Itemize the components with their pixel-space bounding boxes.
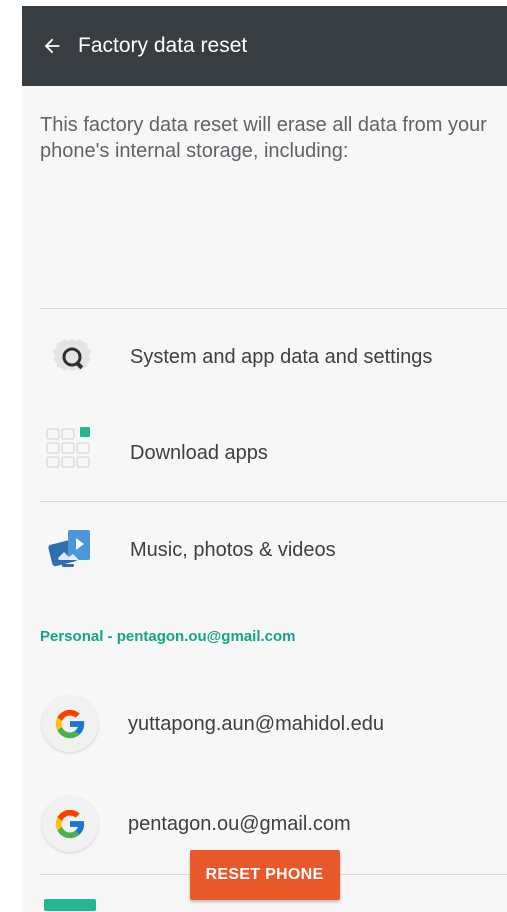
account-email: yuttapong.aun@mahidol.edu: [128, 712, 385, 735]
reset-phone-button[interactable]: RESET PHONE: [189, 850, 340, 900]
section-header: Personal - pentagon.ou@gmail.com: [40, 627, 296, 645]
list-item-label: Download apps: [130, 441, 268, 464]
google-g-icon: [42, 696, 98, 752]
list-item-media: Music, photos & videos: [22, 502, 507, 598]
list-item-system-data: System and app data and settings: [22, 309, 507, 405]
page-title: Factory data reset: [78, 34, 248, 57]
account-row: yuttapong.aun@mahidol.edu: [22, 674, 507, 774]
app-bar: Factory data reset: [22, 6, 507, 86]
list-item-label: System and app data and settings: [130, 345, 433, 368]
list-item-download-apps: Download apps: [22, 405, 507, 501]
media-icon: [44, 522, 100, 578]
settings-gear-icon: [44, 329, 100, 385]
list-item-label: Music, photos & videos: [130, 538, 336, 561]
bottom-action-area: RESET PHONE: [22, 850, 507, 900]
google-g-icon: [42, 796, 98, 852]
screen: Factory data reset This factory data res…: [22, 6, 507, 912]
intro-text: This factory data reset will erase all d…: [40, 114, 487, 162]
app-grid-icon: [44, 425, 100, 481]
account-email: pentagon.ou@gmail.com: [128, 812, 351, 835]
partial-item-icon: [44, 899, 96, 911]
arrow-left-icon[interactable]: [38, 32, 66, 60]
